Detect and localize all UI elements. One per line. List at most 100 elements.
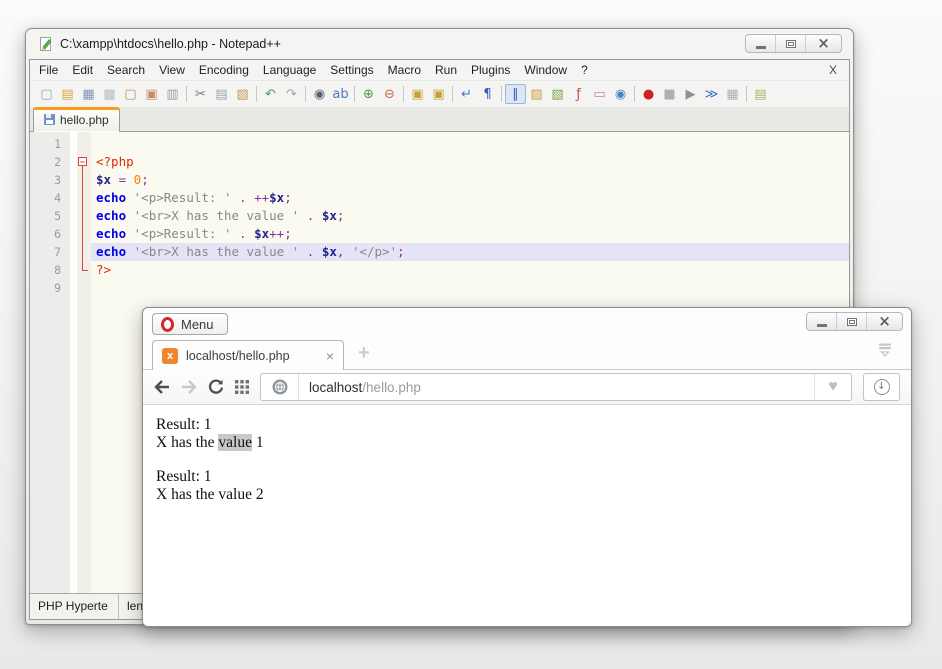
undo-icon[interactable]: ↶ xyxy=(260,84,281,104)
address-bar[interactable]: localhost/hello.php ♥ xyxy=(260,373,852,401)
menu-item-run[interactable]: Run xyxy=(428,61,464,79)
code-line[interactable]: echo '<br>X has the value ' . $x; xyxy=(91,207,849,225)
sync-vertical-icon[interactable]: ▣ xyxy=(407,84,428,104)
reload-icon[interactable] xyxy=(208,379,224,395)
menu-item-file[interactable]: File xyxy=(32,61,65,79)
paste-icon[interactable]: ▧ xyxy=(232,84,253,104)
code-line[interactable]: ?> xyxy=(91,261,849,279)
code-line[interactable] xyxy=(91,135,849,153)
new-file-icon[interactable]: ▢ xyxy=(36,84,57,104)
find-icon[interactable]: ◉ xyxy=(309,84,330,104)
open-recent-icon[interactable]: ▤ xyxy=(750,84,771,104)
line-number[interactable]: 8 xyxy=(30,261,61,279)
menu-item-encoding[interactable]: Encoding xyxy=(192,61,256,79)
cut-icon[interactable]: ✂ xyxy=(190,84,211,104)
minimize-button[interactable] xyxy=(807,313,836,330)
document-map-icon[interactable]: ▧ xyxy=(547,84,568,104)
menu-item-help[interactable]: ? xyxy=(574,61,595,79)
menu-item-search[interactable]: Search xyxy=(100,61,152,79)
fold-marker[interactable] xyxy=(77,261,91,279)
sync-horizontal-icon[interactable]: ▣ xyxy=(428,84,449,104)
xampp-favicon: x xyxy=(162,347,178,364)
close-button[interactable]: × xyxy=(866,313,902,330)
notepadpp-titlebar[interactable]: C:\xampp\htdocs\hello.php - Notepad++ × xyxy=(29,29,850,59)
menu-item-plugins[interactable]: Plugins xyxy=(464,61,517,79)
notepadpp-window-controls: × xyxy=(745,34,842,53)
fold-marker[interactable] xyxy=(77,189,91,207)
browser-tab-localhost-hello-php[interactable]: x localhost/hello.php × xyxy=(152,340,344,370)
code-line[interactable] xyxy=(91,279,849,297)
url-host: localhost xyxy=(309,379,363,395)
code-line[interactable]: <?php xyxy=(91,153,849,171)
menubar-close-icon[interactable]: X xyxy=(829,63,849,77)
macro-save-icon[interactable]: ▦ xyxy=(722,84,743,104)
menu-item-view[interactable]: View xyxy=(152,61,192,79)
back-button[interactable] xyxy=(154,380,170,394)
open-folder-icon[interactable]: ▤ xyxy=(57,84,78,104)
macro-play-icon[interactable]: ▶ xyxy=(680,84,701,104)
opera-titlebar[interactable]: Menu × xyxy=(143,308,911,338)
forward-button[interactable] xyxy=(181,380,197,394)
restore-button[interactable] xyxy=(836,313,866,330)
new-tab-button[interactable]: + xyxy=(358,342,370,365)
fold-marker[interactable] xyxy=(77,171,91,189)
save-all-icon[interactable]: ▩ xyxy=(99,84,120,104)
copy-icon[interactable]: ▤ xyxy=(211,84,232,104)
download-button[interactable]: ↓ xyxy=(863,373,900,401)
folder-as-workspace-icon[interactable]: ▭ xyxy=(589,84,610,104)
show-all-characters-icon[interactable]: ¶ xyxy=(477,84,498,104)
restore-button[interactable] xyxy=(775,35,805,52)
editor-tab-hello-php[interactable]: hello.php xyxy=(33,107,120,132)
indent-guide-icon[interactable]: ∥ xyxy=(505,84,526,104)
code-line[interactable]: echo '<br>X has the value ' . $x, '</p>'… xyxy=(91,243,849,261)
tab-menu-icon[interactable] xyxy=(876,342,894,363)
code-line[interactable]: echo '<p>Result: ' . ++$x; xyxy=(91,189,849,207)
macro-record-icon[interactable]: ● xyxy=(638,84,659,104)
line-number-gutter[interactable]: 123456789 xyxy=(30,132,70,593)
line-number[interactable]: 6 xyxy=(30,225,61,243)
opera-menu-button[interactable]: Menu xyxy=(152,313,228,335)
bookmark-heart-icon[interactable]: ♥ xyxy=(814,374,851,400)
menu-item-window[interactable]: Window xyxy=(517,61,574,79)
replace-icon[interactable]: ab xyxy=(330,84,351,104)
fold-marker[interactable] xyxy=(77,243,91,261)
document-monitor-eye-icon[interactable]: ◉ xyxy=(610,84,631,104)
fold-marker[interactable] xyxy=(77,153,91,171)
line-number[interactable]: 3 xyxy=(30,171,61,189)
macro-run-multiple-icon[interactable]: ≫ xyxy=(701,84,722,104)
minimize-button[interactable] xyxy=(746,35,775,52)
zoom-in-icon[interactable]: ⊕ xyxy=(358,84,379,104)
word-wrap-icon[interactable]: ↵ xyxy=(456,84,477,104)
line-number[interactable]: 4 xyxy=(30,189,61,207)
menu-item-settings[interactable]: Settings xyxy=(323,61,380,79)
menu-item-language[interactable]: Language xyxy=(256,61,323,79)
macro-stop-icon[interactable]: ■ xyxy=(659,84,680,104)
line-number[interactable]: 7 xyxy=(30,243,61,261)
close-file-icon[interactable]: ▢ xyxy=(120,84,141,104)
bookmark-margin xyxy=(70,132,77,593)
print-icon[interactable]: ▥ xyxy=(162,84,183,104)
tab-close-icon[interactable]: × xyxy=(326,349,334,363)
save-icon[interactable]: ▦ xyxy=(78,84,99,104)
line-number[interactable]: 1 xyxy=(30,135,61,153)
redo-icon[interactable]: ↷ xyxy=(281,84,302,104)
menu-item-macro[interactable]: Macro xyxy=(381,61,428,79)
line-number[interactable]: 5 xyxy=(30,207,61,225)
code-line[interactable]: echo '<p>Result: ' . $x++; xyxy=(91,225,849,243)
site-badge-globe-icon[interactable] xyxy=(261,374,299,400)
zoom-out-icon[interactable]: ⊖ xyxy=(379,84,400,104)
fold-margin[interactable] xyxy=(77,132,91,593)
close-all-icon[interactable]: ▣ xyxy=(141,84,162,104)
fold-marker[interactable] xyxy=(77,207,91,225)
run-user-command-icon[interactable]: ▨ xyxy=(526,84,547,104)
code-line[interactable]: $x = 0; xyxy=(91,171,849,189)
speed-dial-icon[interactable] xyxy=(235,380,249,394)
function-list-icon[interactable]: ƒ xyxy=(568,84,589,104)
close-button[interactable]: × xyxy=(805,35,841,52)
line-number[interactable]: 9 xyxy=(30,279,61,297)
url-text[interactable]: localhost/hello.php xyxy=(299,380,421,395)
line-number[interactable]: 2 xyxy=(30,153,61,171)
menu-item-edit[interactable]: Edit xyxy=(65,61,100,79)
fold-marker[interactable] xyxy=(77,225,91,243)
restore-icon xyxy=(846,317,857,326)
